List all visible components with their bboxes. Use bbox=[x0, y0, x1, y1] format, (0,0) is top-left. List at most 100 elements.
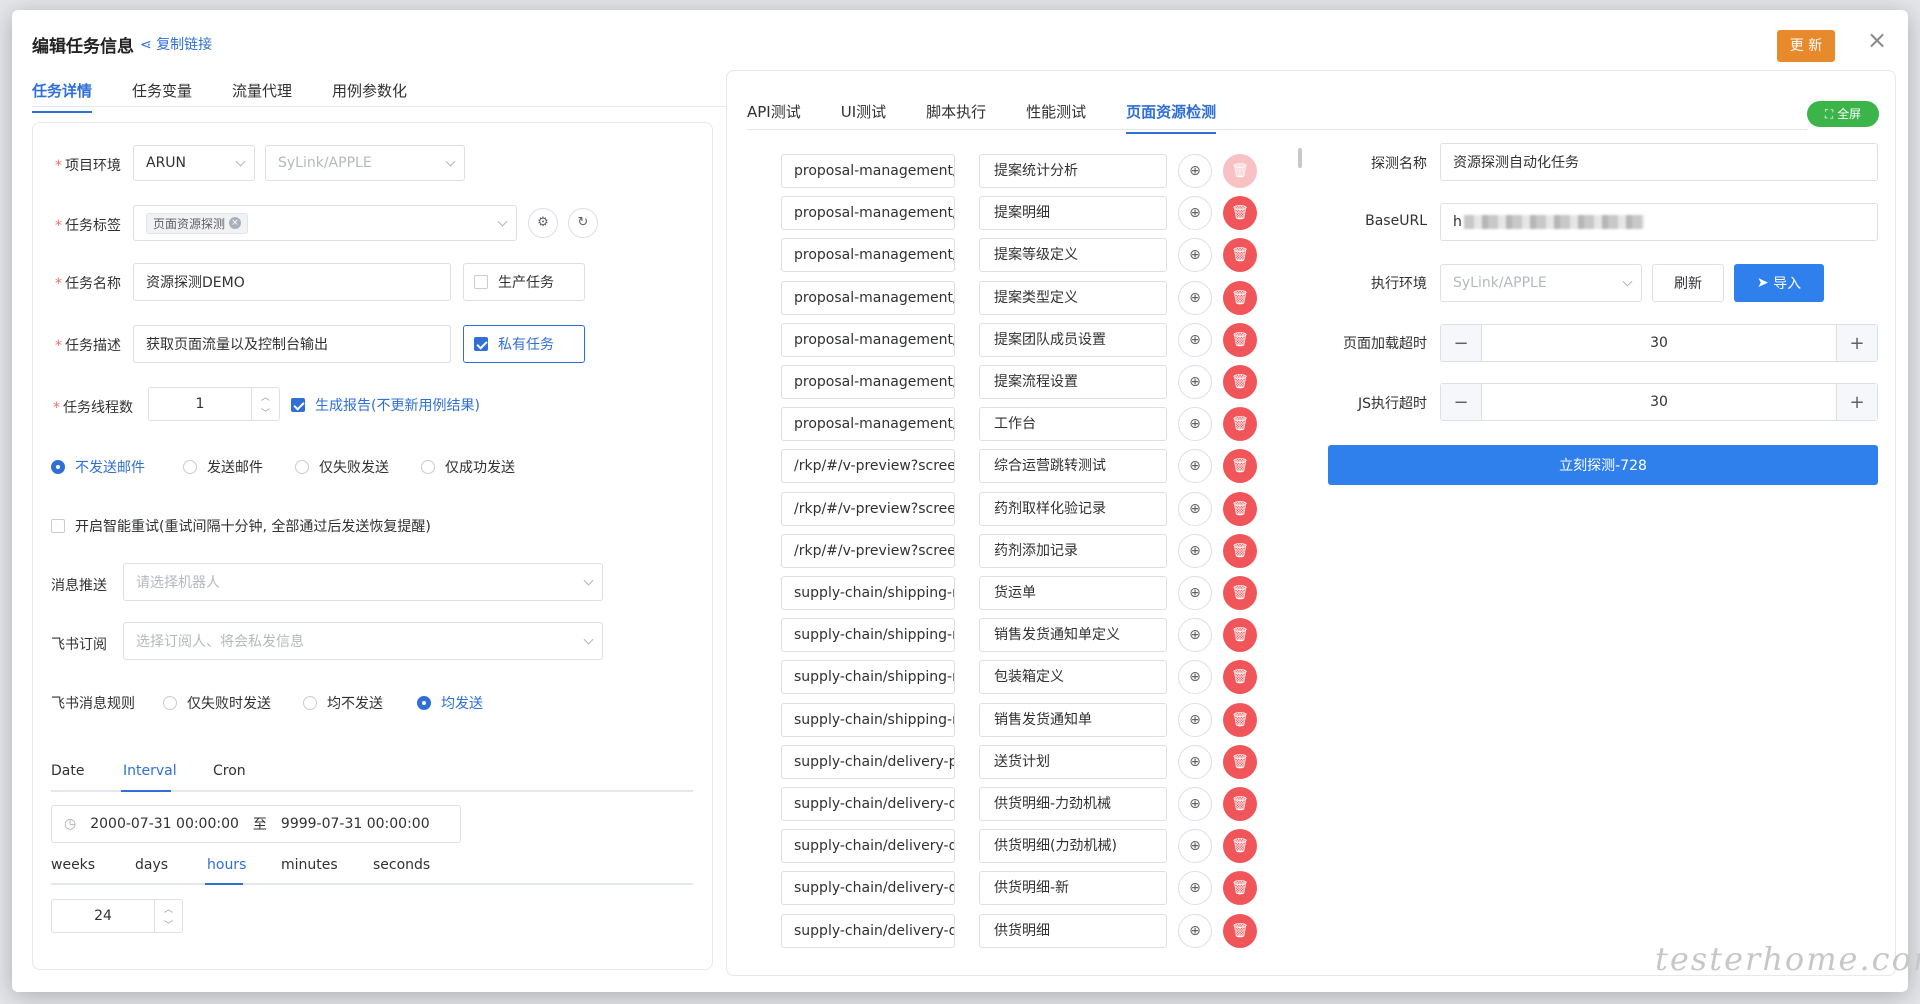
task-desc-input[interactable]: 获取页面流量以及控制台输出 bbox=[133, 325, 451, 363]
resource-name-input[interactable]: 药剂添加记录 bbox=[979, 534, 1167, 568]
trash-icon[interactable]: 🗑 bbox=[1223, 914, 1257, 948]
trash-icon[interactable]: 🗑 bbox=[1223, 534, 1257, 568]
add-circle-icon[interactable]: ⊕ bbox=[1178, 281, 1212, 315]
trash-icon[interactable]: 🗑 bbox=[1223, 492, 1257, 526]
chevron-down-icon[interactable]: ﹀ bbox=[261, 406, 270, 419]
resource-name-input[interactable]: 工作台 bbox=[979, 407, 1167, 441]
resource-url-input[interactable]: proposal-management/te bbox=[781, 323, 955, 357]
resource-name-input[interactable]: 送货计划 bbox=[979, 745, 1167, 779]
resource-url-input[interactable]: supply-chain/delivery-pla bbox=[781, 745, 955, 779]
resource-name-input[interactable]: 供货明细-新 bbox=[979, 871, 1167, 905]
add-circle-icon[interactable]: ⊕ bbox=[1178, 449, 1212, 483]
production-task-checkbox[interactable]: 生产任务 bbox=[463, 263, 585, 301]
unit-weeks[interactable]: weeks bbox=[51, 857, 95, 873]
tab-case-params[interactable]: 用例参数化 bbox=[332, 80, 407, 113]
add-circle-icon[interactable]: ⊕ bbox=[1178, 576, 1212, 610]
resource-name-input[interactable]: 提案流程设置 bbox=[979, 365, 1167, 399]
mail-option-none[interactable]: 不发送邮件 bbox=[51, 457, 145, 477]
resource-name-input[interactable]: 销售发货通知单 bbox=[979, 703, 1167, 737]
minus-icon[interactable]: − bbox=[1441, 325, 1481, 361]
import-button[interactable]: ➤ 导入 bbox=[1734, 264, 1824, 302]
resource-name-input[interactable]: 综合运营跳转测试 bbox=[979, 449, 1167, 483]
resource-url-input[interactable]: proposal-management/pi bbox=[781, 238, 955, 272]
resource-url-input[interactable]: supply-chain/delivery-det bbox=[781, 871, 955, 905]
resource-name-input[interactable]: 销售发货通知单定义 bbox=[979, 618, 1167, 652]
resource-url-input[interactable]: supply-chain/delivery-det bbox=[781, 914, 955, 948]
resource-url-input[interactable]: proposal-management/pi bbox=[781, 281, 955, 315]
tab-date[interactable]: Date bbox=[51, 763, 84, 779]
page-timeout-input[interactable]: − 30 + bbox=[1440, 324, 1878, 362]
copy-link[interactable]: ⋖ 复制链接 bbox=[140, 34, 212, 54]
resource-url-input[interactable]: supply-chain/shipping-ma bbox=[781, 660, 955, 694]
probe-now-button[interactable]: 立刻探测-728 bbox=[1328, 445, 1878, 485]
unit-seconds[interactable]: seconds bbox=[373, 857, 430, 873]
tab-traffic-proxy[interactable]: 流量代理 bbox=[232, 80, 292, 113]
trash-icon[interactable]: 🗑 bbox=[1223, 829, 1257, 863]
tab-task-detail[interactable]: 任务详情 bbox=[32, 80, 93, 113]
trash-icon[interactable]: 🗑 bbox=[1223, 871, 1257, 905]
resource-url-input[interactable]: /rkp/#/v-preview?screenI bbox=[781, 449, 955, 483]
unit-hours[interactable]: hours bbox=[207, 857, 246, 873]
probe-name-input[interactable]: 资源探测自动化任务 bbox=[1440, 143, 1878, 181]
project-env-sub-select[interactable]: SyLink/APPLE bbox=[265, 145, 465, 181]
trash-icon[interactable]: 🗑 bbox=[1223, 787, 1257, 821]
resource-url-input[interactable]: proposal-management/pi bbox=[781, 196, 955, 230]
tab-cron[interactable]: Cron bbox=[213, 763, 246, 779]
feishu-sub-select[interactable]: 选择订阅人、将会私发信息 bbox=[123, 622, 603, 660]
task-tag-select[interactable]: 页面资源探测 × bbox=[133, 205, 517, 241]
thread-count-stepper[interactable]: 1 ︿ ﹀ bbox=[148, 387, 280, 421]
resource-url-input[interactable]: supply-chain/delivery-det bbox=[781, 787, 955, 821]
resource-name-input[interactable]: 提案明细 bbox=[979, 196, 1167, 230]
minus-icon[interactable]: − bbox=[1441, 384, 1481, 420]
resource-name-input[interactable]: 提案团队成员设置 bbox=[979, 323, 1167, 357]
refresh-icon[interactable]: ↻ bbox=[568, 208, 598, 238]
resource-url-input[interactable]: supply-chain/shipping-ma bbox=[781, 618, 955, 652]
plus-icon[interactable]: + bbox=[1837, 384, 1877, 420]
resource-name-input[interactable]: 提案类型定义 bbox=[979, 281, 1167, 315]
mail-option-fail-only[interactable]: 仅失败发送 bbox=[295, 457, 389, 477]
resource-url-input[interactable]: /rkp/#/v-preview?screenI bbox=[781, 492, 955, 526]
scrollbar[interactable] bbox=[1298, 148, 1302, 168]
trash-icon[interactable]: 🗑 bbox=[1223, 323, 1257, 357]
trash-icon[interactable]: 🗑 bbox=[1223, 238, 1257, 272]
resource-name-input[interactable]: 供货明细(力劲机械) bbox=[979, 829, 1167, 863]
mail-option-success-only[interactable]: 仅成功发送 bbox=[421, 457, 515, 477]
trash-icon[interactable]: 🗑 bbox=[1223, 618, 1257, 652]
trash-icon[interactable]: 🗑 bbox=[1223, 196, 1257, 230]
trash-icon[interactable]: 🗑 bbox=[1223, 407, 1257, 441]
resource-name-input[interactable]: 提案等级定义 bbox=[979, 238, 1167, 272]
gen-report-checkbox[interactable]: 生成报告(不更新用例结果) bbox=[291, 395, 480, 415]
feishu-rule-none[interactable]: 均不发送 bbox=[303, 693, 383, 713]
resource-url-input[interactable]: proposal-management/re bbox=[781, 154, 955, 188]
plus-icon[interactable]: + bbox=[1837, 325, 1877, 361]
refresh-button[interactable]: 刷新 bbox=[1652, 264, 1724, 302]
resource-name-input[interactable]: 包装箱定义 bbox=[979, 660, 1167, 694]
unit-days[interactable]: days bbox=[135, 857, 168, 873]
project-env-select[interactable]: ARUN bbox=[133, 145, 255, 181]
add-circle-icon[interactable]: ⊕ bbox=[1178, 871, 1212, 905]
tab-task-variables[interactable]: 任务变量 bbox=[132, 80, 192, 113]
add-circle-icon[interactable]: ⊕ bbox=[1178, 787, 1212, 821]
resource-name-input[interactable]: 供货明细 bbox=[979, 914, 1167, 948]
add-circle-icon[interactable]: ⊕ bbox=[1178, 660, 1212, 694]
task-name-input[interactable]: 资源探测DEMO bbox=[133, 263, 451, 301]
tag-remove-icon[interactable]: × bbox=[229, 217, 242, 229]
resource-url-input[interactable]: /rkp/#/v-preview?screenI bbox=[781, 534, 955, 568]
mail-option-send[interactable]: 发送邮件 bbox=[183, 457, 263, 477]
resource-url-input[interactable]: supply-chain/delivery-det bbox=[781, 829, 955, 863]
trash-icon[interactable]: 🗑 bbox=[1223, 449, 1257, 483]
add-circle-icon[interactable]: ⊕ bbox=[1178, 323, 1212, 357]
trash-icon[interactable]: 🗑 bbox=[1223, 576, 1257, 610]
fullscreen-button[interactable]: ⛶ 全屏 bbox=[1807, 101, 1879, 127]
resource-url-input[interactable]: proposal-management/a| bbox=[781, 365, 955, 399]
add-circle-icon[interactable]: ⊕ bbox=[1178, 618, 1212, 652]
add-circle-icon[interactable]: ⊕ bbox=[1178, 914, 1212, 948]
date-range-picker[interactable]: ◷ 2000-07-31 00:00:00 至 9999-07-31 00:00… bbox=[51, 805, 461, 843]
trash-icon[interactable]: 🗑 bbox=[1223, 703, 1257, 737]
private-task-checkbox[interactable]: 私有任务 bbox=[463, 325, 585, 363]
trash-icon[interactable]: 🗑 bbox=[1223, 365, 1257, 399]
base-url-input[interactable]: h bbox=[1440, 203, 1878, 241]
add-circle-icon[interactable]: ⊕ bbox=[1178, 745, 1212, 779]
update-button[interactable]: 更 新 bbox=[1777, 30, 1835, 62]
trash-icon[interactable]: 🗑 bbox=[1223, 660, 1257, 694]
